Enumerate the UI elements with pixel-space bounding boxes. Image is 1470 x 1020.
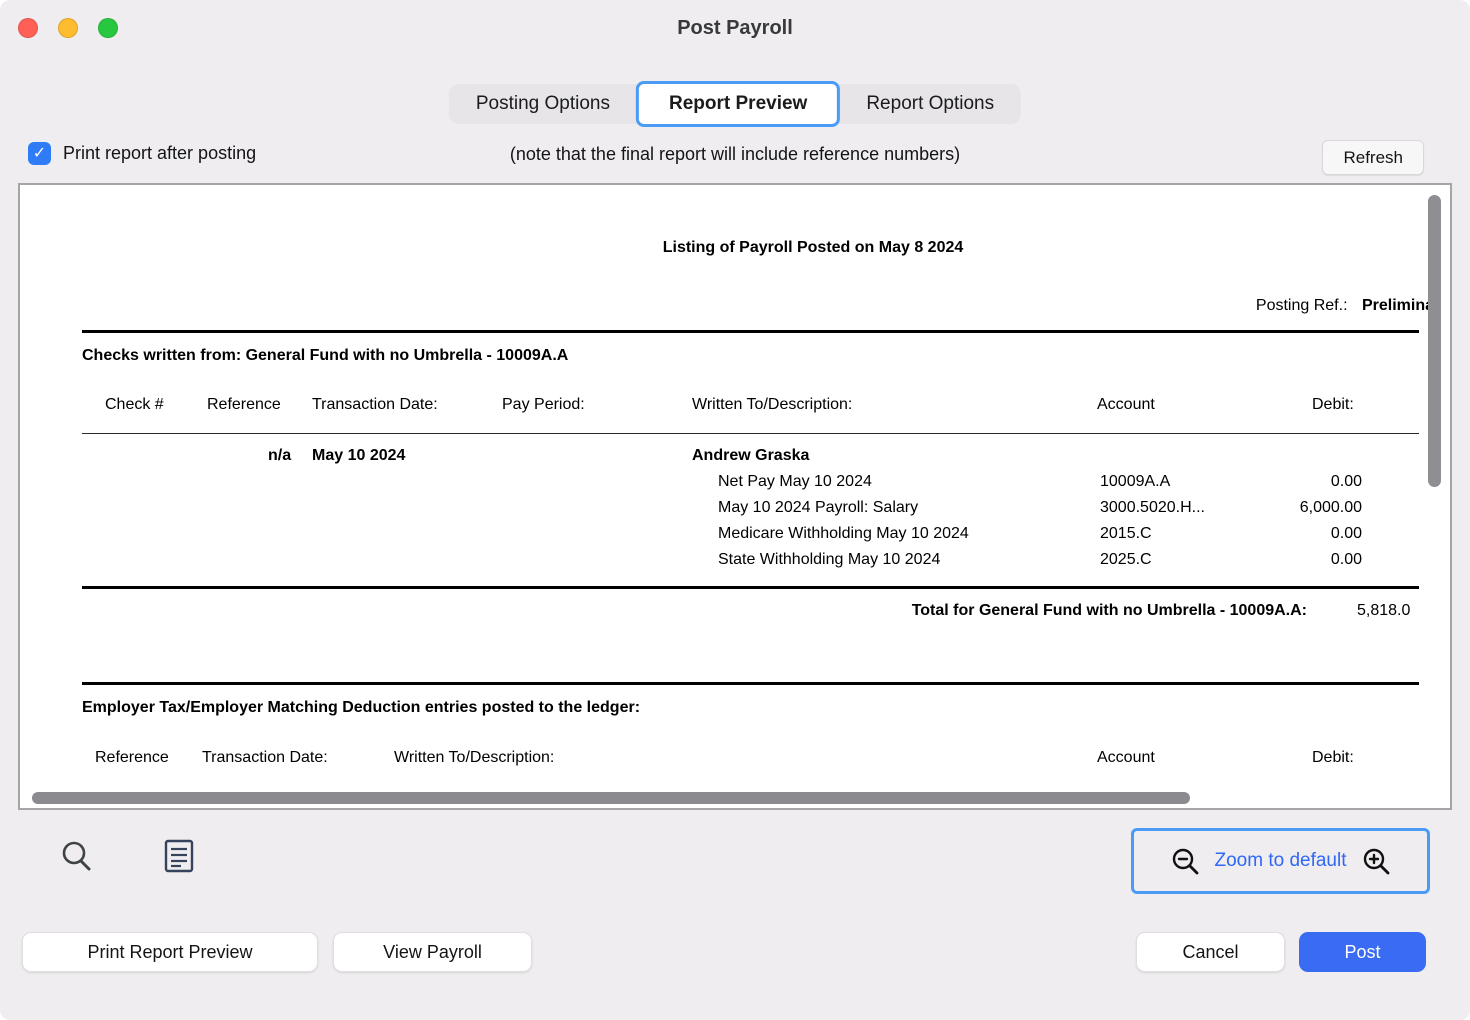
zoom-out-icon[interactable] <box>1170 846 1200 876</box>
col-header-trans-date: Transaction Date: <box>202 749 328 767</box>
line-account: 3000.5020.H... <box>1100 499 1205 517</box>
report-title: Listing of Payroll Posted on May 8 2024 <box>663 239 964 257</box>
posting-ref: Posting Ref.: Prelimina <box>1256 297 1434 315</box>
divider <box>82 682 1419 685</box>
divider <box>82 586 1419 589</box>
titlebar: Post Payroll <box>0 0 1470 56</box>
line-account: 10009A.A <box>1100 473 1170 491</box>
divider <box>82 330 1419 333</box>
line-account: 2015.C <box>1100 525 1152 543</box>
window-title: Post Payroll <box>0 0 1470 56</box>
magnifier-icon[interactable] <box>58 838 94 874</box>
zoom-toolbar: Zoom to default <box>0 812 1470 922</box>
col-header-account: Account <box>1097 396 1155 414</box>
tab-report-preview[interactable]: Report Preview <box>636 81 840 127</box>
section1-total-label: Total for General Fund with no Umbrella … <box>660 602 1307 620</box>
cancel-button[interactable]: Cancel <box>1136 932 1285 972</box>
col-header-debit: Debit: <box>1312 749 1354 767</box>
tab-bar: Posting Options Report Preview Report Op… <box>449 84 1021 124</box>
col-header-reference: Reference <box>95 749 169 767</box>
line-description: Net Pay May 10 2024 <box>718 473 872 491</box>
tab-posting-options[interactable]: Posting Options <box>449 84 637 124</box>
col-header-written-to: Written To/Description: <box>394 749 554 767</box>
section1-heading: Checks written from: General Fund with n… <box>82 347 568 365</box>
report-preview-pane[interactable]: Listing of Payroll Posted on May 8 2024 … <box>18 183 1452 810</box>
post-payroll-window: Post Payroll Posting Options Report Prev… <box>0 0 1470 1020</box>
line-debit: 0.00 <box>1212 551 1362 569</box>
document-text-icon[interactable] <box>162 838 196 874</box>
zoom-to-default-control[interactable]: Zoom to default <box>1131 828 1430 894</box>
line-description: Medicare Withholding May 10 2024 <box>718 525 969 543</box>
posting-ref-label: Posting Ref.: <box>1256 297 1348 314</box>
col-header-trans-date: Transaction Date: <box>312 396 438 414</box>
line-description: State Withholding May 10 2024 <box>718 551 940 569</box>
entry-payee: Andrew Graska <box>692 447 809 465</box>
divider <box>82 433 1419 434</box>
print-report-preview-button[interactable]: Print Report Preview <box>22 932 318 972</box>
line-description: May 10 2024 Payroll: Salary <box>718 499 918 517</box>
entry-trans-date: May 10 2024 <box>312 447 405 465</box>
col-header-account: Account <box>1097 749 1155 767</box>
line-debit: 0.00 <box>1212 525 1362 543</box>
line-debit: 6,000.00 <box>1212 499 1362 517</box>
options-row: ✓ Print report after posting (note that … <box>0 138 1470 180</box>
col-header-debit: Debit: <box>1312 396 1354 414</box>
footer: Print Report Preview View Payroll Cancel… <box>0 930 1470 974</box>
refresh-button[interactable]: Refresh <box>1322 140 1424 175</box>
reference-numbers-note: (note that the final report will include… <box>0 144 1470 165</box>
col-header-reference: Reference <box>207 396 281 414</box>
col-header-pay-period: Pay Period: <box>502 396 585 414</box>
section1-total-value: 5,818.0 <box>1357 602 1410 620</box>
entry-check-num: n/a <box>268 447 291 465</box>
vertical-scrollbar[interactable] <box>1428 195 1441 487</box>
section2-heading: Employer Tax/Employer Matching Deduction… <box>82 699 640 717</box>
posting-ref-value: Prelimina <box>1362 297 1434 314</box>
horizontal-scrollbar[interactable] <box>32 792 1190 804</box>
view-payroll-button[interactable]: View Payroll <box>333 932 532 972</box>
zoom-in-icon[interactable] <box>1361 846 1391 876</box>
zoom-to-default-label[interactable]: Zoom to default <box>1214 850 1346 872</box>
line-account: 2025.C <box>1100 551 1152 569</box>
tab-report-options[interactable]: Report Options <box>839 84 1021 124</box>
post-button[interactable]: Post <box>1299 932 1426 972</box>
col-header-written-to: Written To/Description: <box>692 396 852 414</box>
line-debit: 0.00 <box>1212 473 1362 491</box>
col-header-check-num: Check # <box>105 396 164 414</box>
